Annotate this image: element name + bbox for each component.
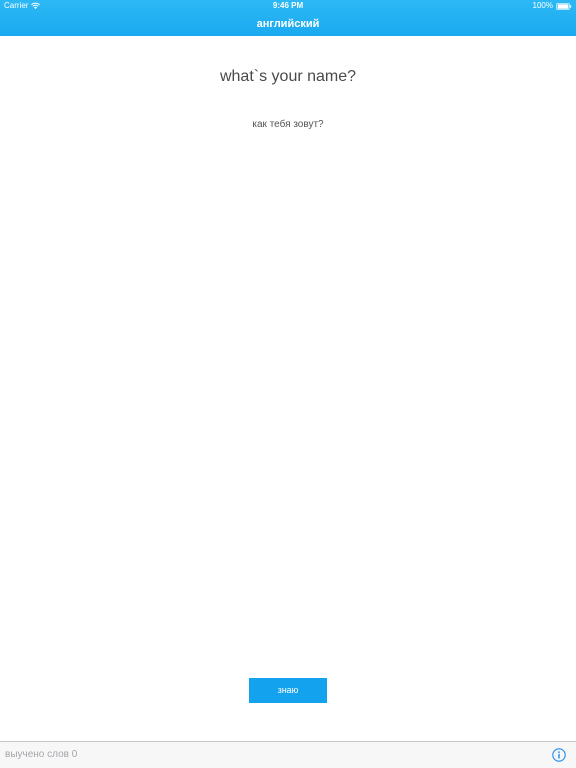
footer-bar: выучено слов 0 [0, 741, 576, 768]
info-icon [552, 748, 566, 762]
battery-group: 100% [533, 0, 572, 12]
learned-count-label: выучено слов 0 [5, 749, 78, 760]
nav-title: английский [256, 18, 320, 30]
status-time: 9:46 PM [272, 1, 304, 10]
status-bar: Carrier 9:46 PM 100% [0, 0, 576, 12]
translation-text: как тебя зовут? [252, 119, 324, 130]
app-header: Carrier 9:46 PM 100% английский [0, 0, 576, 36]
know-button[interactable]: знаю [249, 678, 327, 703]
battery-percent: 100% [532, 1, 553, 10]
info-button[interactable] [552, 748, 566, 762]
word-text: what`s your name? [219, 68, 357, 85]
battery-icon [556, 2, 572, 10]
